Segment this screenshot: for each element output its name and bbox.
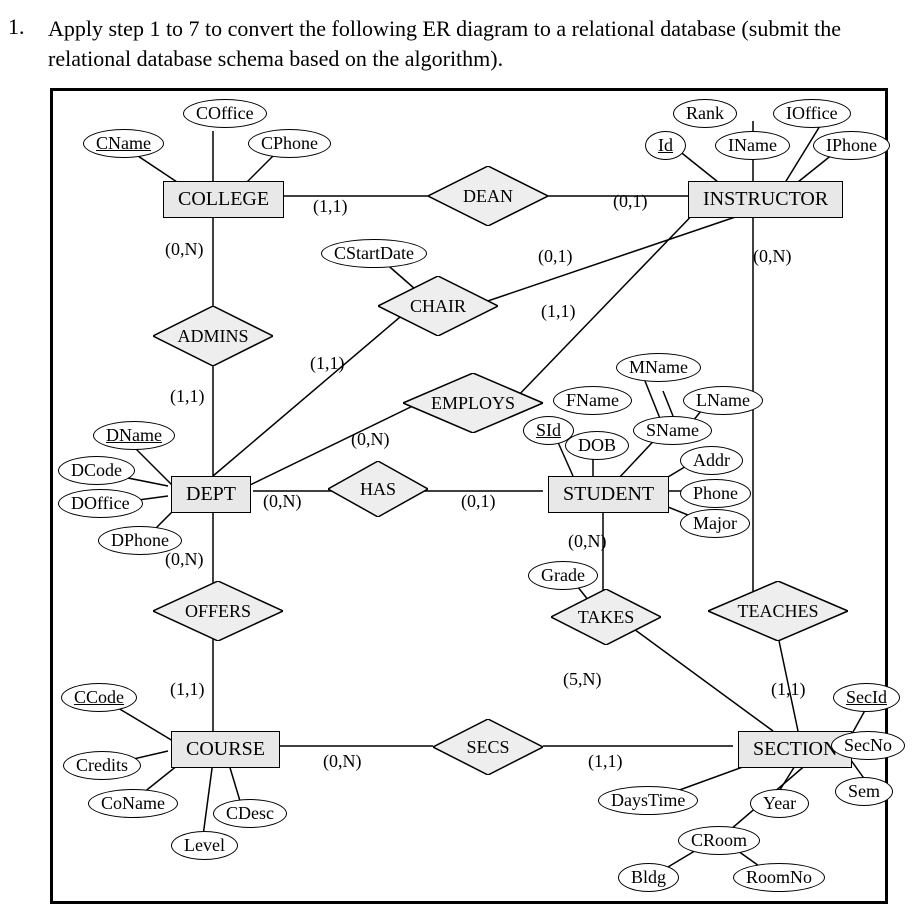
attr-coffice: COffice [183, 99, 267, 128]
attr-level: Level [171, 831, 238, 860]
card-dean-inst: (0,1) [613, 191, 648, 212]
rel-teaches-label: TEACHES [708, 581, 848, 641]
question-number: 1. [8, 14, 25, 40]
rel-secs: SECS [433, 719, 543, 775]
attr-fname: FName [553, 386, 632, 415]
attr-daystime: DaysTime [598, 786, 698, 815]
attr-iphone: IPhone [813, 131, 890, 160]
rel-admins: ADMINS [153, 306, 273, 366]
rel-dean: DEAN [428, 166, 548, 226]
card-employs-inst: (1,1) [541, 301, 576, 322]
card-chair-dept: (1,1) [310, 353, 345, 374]
rel-takes-label: TAKES [551, 589, 661, 645]
attr-doffice: DOffice [58, 489, 143, 518]
card-has-student: (0,1) [461, 491, 496, 512]
attr-dcode: DCode [58, 456, 135, 485]
attr-sname: SName [633, 416, 712, 445]
rel-has-label: HAS [328, 461, 428, 517]
entity-dept: DEPT [171, 476, 251, 513]
card-has-dept: (0,N) [263, 491, 302, 512]
rel-offers-label: OFFERS [153, 581, 283, 641]
rel-chair-label: CHAIR [378, 276, 498, 336]
attr-dname: DName [93, 421, 175, 450]
attr-mname: MName [616, 353, 701, 382]
attr-secid: SecId [833, 683, 900, 712]
attr-addr: Addr [680, 446, 743, 475]
card-teaches-inst: (0,N) [753, 246, 792, 267]
er-diagram-frame: COLLEGE INSTRUCTOR DEPT STUDENT COURSE S… [50, 88, 888, 904]
attr-cphone: CPhone [248, 129, 331, 158]
attr-lname: LName [683, 386, 763, 415]
card-admins-dept: (1,1) [170, 386, 205, 407]
card-employs-dept: (0,N) [351, 429, 390, 450]
attr-ccode: CCode [61, 683, 137, 712]
rel-dean-label: DEAN [428, 166, 548, 226]
attr-roomno: RoomNo [733, 863, 825, 892]
rel-admins-label: ADMINS [153, 306, 273, 366]
attr-coname: CoName [88, 789, 178, 818]
attr-ioffice: IOffice [773, 99, 851, 128]
card-chair-inst: (0,1) [538, 246, 573, 267]
card-admins-col: (0,N) [165, 239, 204, 260]
card-takes-student: (0,N) [568, 531, 607, 552]
entity-course: COURSE [171, 731, 280, 768]
attr-secno: SecNo [831, 731, 905, 760]
question-text: Apply step 1 to 7 to convert the followi… [48, 14, 891, 73]
attr-bldg: Bldg [618, 863, 679, 892]
rel-employs: EMPLOYS [403, 373, 543, 433]
attr-dob: DOB [565, 431, 629, 460]
card-dean-col: (1,1) [313, 196, 348, 217]
card-offers-course: (1,1) [170, 679, 205, 700]
entity-student: STUDENT [548, 476, 669, 513]
rel-has: HAS [328, 461, 428, 517]
attr-cstartdate: CStartDate [321, 239, 427, 268]
attr-credits: Credits [63, 751, 141, 780]
attr-id: Id [645, 131, 686, 160]
card-offers-dept: (0,N) [165, 549, 204, 570]
card-secs-course: (0,N) [323, 751, 362, 772]
attr-year: Year [750, 789, 809, 818]
attr-croom: CRoom [678, 826, 760, 855]
rel-takes: TAKES [551, 589, 661, 645]
card-secs-section: (1,1) [588, 751, 623, 772]
attr-major: Major [680, 509, 750, 538]
attr-sem: Sem [835, 777, 893, 806]
attr-cname: CName [83, 129, 164, 158]
rel-offers: OFFERS [153, 581, 283, 641]
rel-secs-label: SECS [433, 719, 543, 775]
card-teaches-section: (1,1) [771, 679, 806, 700]
attr-phone: Phone [680, 479, 751, 508]
attr-cdesc: CDesc [213, 799, 287, 828]
attr-iname: IName [715, 131, 790, 160]
rel-chair: CHAIR [378, 276, 498, 336]
entity-instructor: INSTRUCTOR [688, 181, 843, 218]
attr-grade: Grade [528, 561, 598, 590]
rel-teaches: TEACHES [708, 581, 848, 641]
card-takes-section: (5,N) [563, 669, 602, 690]
entity-college: COLLEGE [163, 181, 284, 218]
rel-employs-label: EMPLOYS [403, 373, 543, 433]
attr-rank: Rank [673, 99, 737, 128]
